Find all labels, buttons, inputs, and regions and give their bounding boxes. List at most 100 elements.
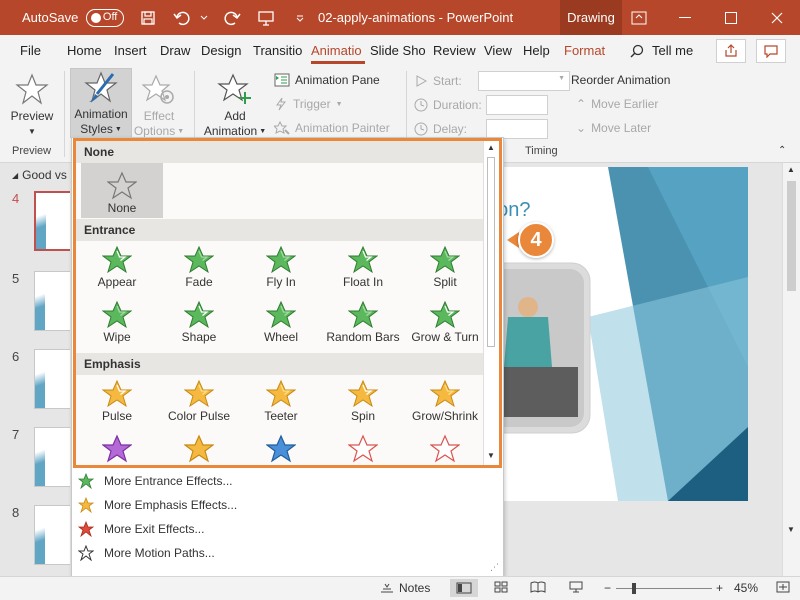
preview-star-icon: [15, 69, 49, 109]
section-header[interactable]: ◢ Good vs: [12, 168, 67, 182]
move-earlier-button[interactable]: ⌃ Move Earlier: [576, 97, 658, 111]
slide-sorter-icon[interactable]: [494, 581, 508, 593]
normal-view-icon[interactable]: [450, 579, 478, 597]
minimize-icon[interactable]: [662, 0, 708, 35]
close-icon[interactable]: [754, 0, 800, 35]
undo-icon[interactable]: [172, 8, 192, 28]
scroll-up-icon[interactable]: ▲: [787, 165, 795, 174]
autosave-toggle[interactable]: Off: [86, 8, 125, 27]
effect-fly-in[interactable]: Fly In: [240, 241, 322, 289]
slide-number: 5: [12, 271, 20, 286]
document-title: 02-apply-animations - PowerPoint: [318, 10, 514, 25]
redo-icon[interactable]: [222, 8, 242, 28]
start-select[interactable]: ▼: [478, 71, 570, 91]
ribbon-display-icon[interactable]: [616, 0, 662, 35]
reading-view-icon[interactable]: [530, 581, 546, 593]
animation-pane-button[interactable]: Animation Pane: [274, 73, 380, 87]
duration-input[interactable]: [486, 95, 548, 115]
effect-teeter[interactable]: Teeter: [240, 375, 322, 423]
resize-grip-icon[interactable]: ⋰: [490, 562, 499, 573]
effect-wipe[interactable]: Wipe: [76, 296, 158, 344]
animation-painter-button[interactable]: Animation Painter: [274, 121, 390, 135]
scroll-down-icon[interactable]: ▼: [787, 525, 795, 534]
scroll-thumb[interactable]: [787, 181, 796, 291]
preview-button[interactable]: Preview ▼: [4, 69, 60, 139]
slide-thumbnail-4[interactable]: [34, 191, 72, 251]
emphasis-effect-partial[interactable]: [322, 430, 404, 464]
slideshow-view-icon[interactable]: [568, 581, 584, 593]
customize-toolbar-icon[interactable]: [290, 8, 310, 28]
chevron-down-icon: ▼: [335, 100, 343, 108]
emphasis-effect-partial[interactable]: [76, 430, 158, 464]
zoom-out-icon[interactable]: −: [604, 581, 611, 595]
zoom-level[interactable]: 45%: [734, 581, 758, 595]
undo-dropdown-icon[interactable]: [200, 8, 208, 28]
share-button[interactable]: [716, 39, 746, 63]
effect-wheel[interactable]: Wheel: [240, 296, 322, 344]
vertical-scrollbar[interactable]: ▲ ▼: [782, 163, 800, 576]
zoom-slider[interactable]: [616, 583, 712, 594]
more-entrance-effects[interactable]: More Entrance Effects...: [78, 473, 233, 489]
tell-me[interactable]: Tell me: [630, 43, 693, 58]
effect-appear[interactable]: Appear: [76, 241, 158, 289]
slide-number: 4: [12, 191, 20, 206]
trigger-button[interactable]: Trigger ▼: [274, 97, 343, 111]
tab-help[interactable]: Help: [523, 43, 550, 58]
effect-none[interactable]: None: [81, 163, 163, 218]
effect-spin[interactable]: Spin: [322, 375, 404, 423]
effect-fade[interactable]: Fade: [158, 241, 240, 289]
tab-draw[interactable]: Draw: [160, 43, 190, 58]
animation-painter-icon: [274, 121, 290, 135]
effect-random-bars[interactable]: Random Bars: [322, 296, 404, 344]
effect-split[interactable]: Split: [404, 241, 486, 289]
slide-thumbnail-8[interactable]: [34, 505, 72, 565]
outline-star-icon: [78, 545, 94, 561]
slide-thumbnail-7[interactable]: [34, 427, 72, 487]
collapse-ribbon-icon[interactable]: ⌃: [778, 145, 786, 156]
present-icon[interactable]: [256, 8, 276, 28]
scroll-up-icon[interactable]: ▲: [487, 143, 495, 152]
gallery-scrollbar[interactable]: ▲ ▼: [483, 141, 499, 465]
delay-input[interactable]: [486, 119, 548, 139]
current-slide[interactable]: ation?: [468, 167, 748, 501]
more-exit-effects[interactable]: More Exit Effects...: [78, 521, 204, 537]
zoom-in-icon[interactable]: +: [716, 581, 723, 595]
maximize-icon[interactable]: [708, 0, 754, 35]
more-motion-paths[interactable]: More Motion Paths...: [78, 545, 215, 561]
tab-animations[interactable]: Animatio: [311, 43, 365, 64]
zoom-slider-thumb[interactable]: [632, 583, 636, 594]
fit-to-window-icon[interactable]: [776, 581, 790, 593]
animation-styles-button[interactable]: Animation Styles ▼: [70, 68, 132, 138]
tab-view[interactable]: View: [484, 43, 512, 58]
tab-design[interactable]: Design: [201, 43, 241, 58]
tab-transitions[interactable]: Transitio: [253, 43, 305, 58]
effect-grow-shrink[interactable]: Grow/Shrink: [404, 375, 486, 423]
tab-format[interactable]: Format: [564, 43, 605, 58]
emphasis-effect-partial[interactable]: [404, 430, 486, 464]
add-animation-button[interactable]: Add Animation ▼: [202, 69, 268, 139]
comments-button[interactable]: [756, 39, 786, 63]
move-later-button[interactable]: ⌄ Move Later: [576, 121, 651, 135]
more-emphasis-effects[interactable]: More Emphasis Effects...: [78, 497, 237, 513]
animation-pane-label: Animation Pane: [295, 73, 380, 87]
tab-insert[interactable]: Insert: [114, 43, 147, 58]
tab-review[interactable]: Review: [433, 43, 476, 58]
save-icon[interactable]: [138, 8, 158, 28]
scroll-down-icon[interactable]: ▼: [487, 451, 495, 460]
gallery-scroll-thumb[interactable]: [487, 157, 495, 347]
tell-me-label: Tell me: [652, 43, 694, 58]
tab-home[interactable]: Home: [67, 43, 102, 58]
effect-float-in[interactable]: Float In: [322, 241, 404, 289]
tab-file[interactable]: File: [20, 43, 41, 58]
notes-button[interactable]: Notes: [380, 581, 430, 595]
slide-thumbnail-6[interactable]: [34, 349, 72, 409]
effect-shape[interactable]: Shape: [158, 296, 240, 344]
emphasis-effect-partial[interactable]: [240, 430, 322, 464]
effect-options-button[interactable]: Effect Options ▼: [132, 69, 186, 139]
effect-grow-turn[interactable]: Grow & Turn: [404, 296, 486, 344]
tab-slide-show[interactable]: Slide Sho: [370, 43, 426, 58]
emphasis-effect-partial[interactable]: [158, 430, 240, 464]
effect-color-pulse[interactable]: Color Pulse: [158, 375, 240, 423]
slide-thumbnail-5[interactable]: [34, 271, 72, 331]
effect-pulse[interactable]: Pulse: [76, 375, 158, 423]
